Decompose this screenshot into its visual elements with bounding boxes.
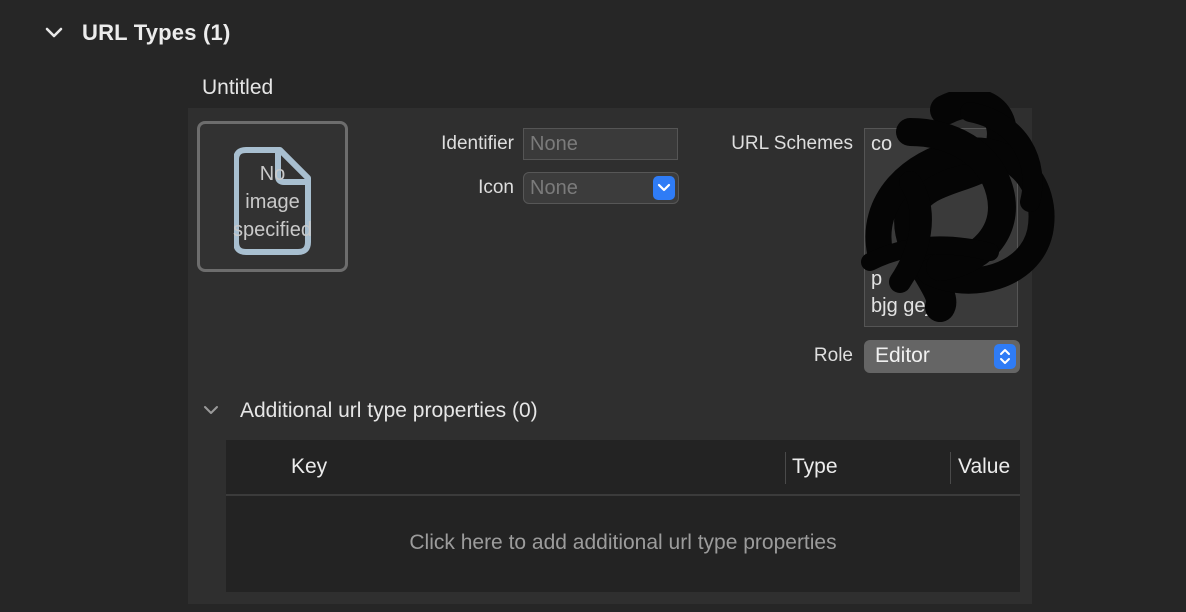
column-divider[interactable] [785, 452, 786, 484]
identifier-label: Identifier [441, 133, 514, 154]
role-popup-value: Editor [875, 344, 930, 367]
url-types-section-header[interactable]: URL Types (1) [44, 18, 230, 48]
no-image-label: No image specified [233, 163, 312, 241]
url-type-entry-title: Untitled [202, 76, 274, 99]
column-divider[interactable] [950, 452, 951, 484]
chevron-down-icon[interactable] [44, 23, 64, 43]
additional-properties-title: Additional url type properties (0) [240, 399, 538, 422]
identifier-field[interactable]: None [523, 128, 678, 160]
up-down-chevron-icon [994, 344, 1016, 369]
redaction-scribble [861, 92, 1055, 322]
column-header-type[interactable]: Type [792, 455, 838, 479]
icon-popup-value: None [530, 177, 578, 199]
role-label: Role [813, 345, 853, 366]
additional-properties-table[interactable]: Key Type Value Click here to add additio… [226, 440, 1020, 592]
additional-properties-header[interactable]: Additional url type properties (0) [202, 396, 538, 426]
section-title: URL Types (1) [82, 20, 231, 45]
icon-popup[interactable]: None [523, 172, 679, 204]
add-properties-placeholder[interactable]: Click here to add additional url type pr… [226, 531, 1020, 555]
role-popup[interactable]: Editor [864, 340, 1020, 373]
identifier-placeholder: None [530, 133, 578, 155]
column-header-value[interactable]: Value [958, 455, 1010, 479]
icon-label: Icon [478, 177, 514, 198]
column-header-key[interactable]: Key [291, 455, 327, 479]
url-schemes-label: URL Schemes [731, 133, 853, 154]
chevron-down-icon[interactable] [202, 401, 222, 421]
image-well[interactable]: No image specified [197, 121, 348, 272]
chevron-down-icon [653, 176, 675, 200]
table-header: Key Type Value [226, 440, 1020, 496]
